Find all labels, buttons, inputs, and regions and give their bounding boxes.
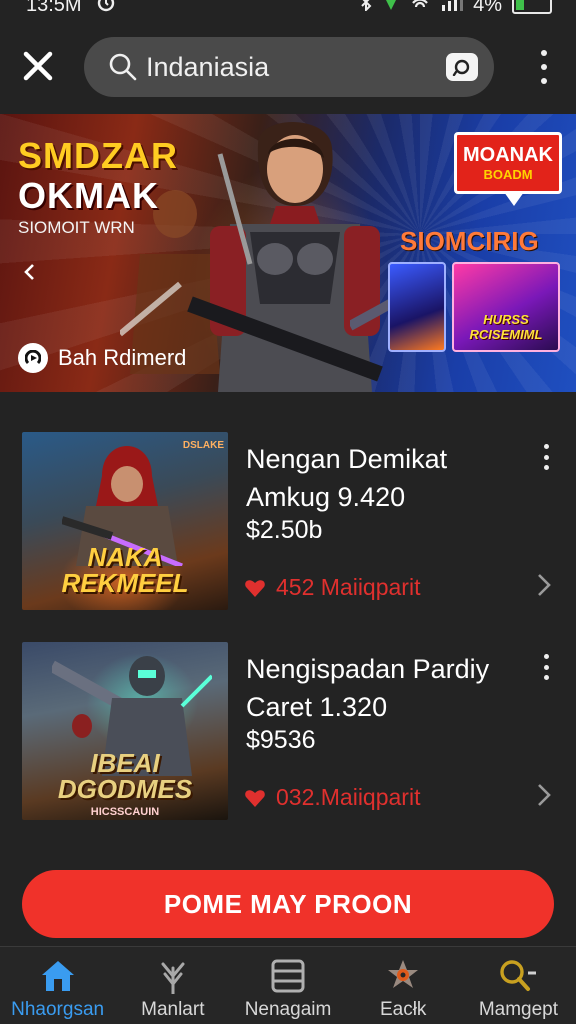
bluetooth-icon [359, 0, 373, 17]
item-art-title: NAKA REKMEEL [61, 542, 189, 598]
list-item[interactable]: IBEAI DGODMES HICSSCAUIN Nengispadan Par… [0, 642, 576, 832]
item-title: Nengan Demikat Amkug 9.420 [246, 444, 448, 512]
banner-cta[interactable]: Bah Rdimerd [18, 343, 186, 373]
item-likes-count: 452 Maiiqparit [276, 574, 421, 600]
hero-banner[interactable]: SMDZAR OKMAK SIOMOIT WRN MOANAK BOADM SI… [0, 114, 576, 392]
banner-cta-label: Bah Rdimerd [58, 345, 187, 370]
status-time: 13:5M [26, 0, 82, 16]
top-bar: Indaniasia [0, 20, 576, 114]
item-likes-count: 032.Maiiqparit [276, 784, 421, 810]
badge-line2: BOADM [483, 167, 533, 182]
item-likes[interactable]: 032.Maiiqparit [244, 784, 420, 811]
nav-label: Manlart [141, 999, 205, 1020]
search-query: Indaniasia [146, 51, 270, 82]
search-input[interactable]: Indaniasia [84, 37, 494, 97]
more-dots-icon [541, 50, 547, 56]
promo-badge: MOANAK BOADM [454, 132, 562, 194]
nav-item-badge[interactable]: Eacłk [346, 947, 461, 1024]
heart-icon [245, 789, 265, 807]
item-likes[interactable]: 452 Maiiqparit [244, 574, 420, 601]
item-open-button[interactable] [532, 570, 556, 600]
nav-item-list[interactable]: Nenagaim [230, 947, 345, 1024]
nav-item-search[interactable]: Mamgept [461, 947, 576, 1024]
alarm-icon [96, 0, 116, 18]
mic-badge-icon [452, 59, 470, 76]
voice-search-button[interactable] [446, 53, 478, 81]
banner-title-line2: OKMAK [18, 175, 159, 216]
badge-tail [504, 192, 524, 206]
nav-label: Nhaorgsan [11, 999, 105, 1020]
home-icon [38, 957, 78, 995]
item-open-button[interactable] [532, 780, 556, 810]
bottom-nav: Nhaorgsan Manlart Nenagaim Eacłk Mamgept [0, 946, 576, 1024]
item-thumbnail[interactable]: DSLAKE NAKA REKMEEL [22, 432, 228, 610]
item-art-title: IBEAI DGODMES [57, 748, 193, 804]
battery-icon [512, 0, 552, 14]
banner-title: SMDZAR OKMAK [18, 136, 178, 216]
item-art-tag: DSLAKE [182, 440, 224, 451]
list-icon [268, 957, 308, 995]
status-left: 13:5M [26, 0, 116, 18]
search-minus-icon [498, 957, 538, 995]
badge-icon [383, 957, 423, 995]
banner-prev-button[interactable] [18, 260, 42, 284]
banner-thumb-2[interactable]: HURSS RCISEMIML [452, 262, 560, 352]
more-dots-icon [543, 444, 549, 449]
badge-line1: MOANAK [463, 144, 553, 166]
wifi-icon [409, 0, 431, 17]
hero-soldier-icon [187, 121, 383, 392]
close-icon [23, 51, 53, 81]
search-icon [109, 53, 137, 81]
signal-icon [441, 0, 464, 17]
nav-label: Mamgept [478, 999, 559, 1020]
nav-item-plant[interactable]: Manlart [115, 947, 230, 1024]
banner-title-line1: SMDZAR [18, 135, 178, 176]
play-icon [18, 343, 48, 373]
nav-item-home[interactable]: Nhaorgsan [0, 947, 115, 1024]
banner-thumb-label: HURSS RCISEMIML [469, 312, 543, 342]
location-icon [383, 0, 399, 17]
banner-thumb-1[interactable] [388, 262, 446, 352]
plant-icon [153, 957, 193, 995]
item-more-button[interactable] [536, 654, 556, 680]
banner-promo-text: SIOMCIRIG [400, 226, 539, 256]
item-art-caption: HICSSCAUIN [90, 806, 160, 818]
chevron-right-icon [538, 574, 551, 596]
more-dots-icon [543, 654, 549, 659]
chevron-right-icon [538, 784, 551, 806]
item-price: $9536 [246, 726, 316, 754]
close-button[interactable] [16, 44, 60, 88]
item-thumbnail[interactable]: IBEAI DGODMES HICSSCAUIN [22, 642, 228, 820]
nav-label: Nenagaim [244, 999, 332, 1020]
status-bar: 13:5M 4% [0, 0, 576, 20]
list-item[interactable]: DSLAKE NAKA REKMEEL Nengan Demikat Amkug… [0, 432, 576, 622]
chevron-left-icon [24, 264, 34, 280]
nav-label: Eacłk [379, 999, 427, 1020]
item-title: Nengispadan Pardiy Caret 1.320 [246, 654, 490, 722]
primary-action-button[interactable]: POME MAY PROON [22, 870, 554, 938]
battery-percent: 4% [473, 0, 502, 16]
overflow-menu-button[interactable] [534, 50, 554, 84]
item-more-button[interactable] [536, 444, 556, 470]
heart-icon [245, 579, 265, 597]
status-right: 4% [359, 0, 552, 17]
item-price: $2.50b [246, 516, 323, 544]
banner-subtitle: SIOMOIT WRN [18, 218, 135, 237]
